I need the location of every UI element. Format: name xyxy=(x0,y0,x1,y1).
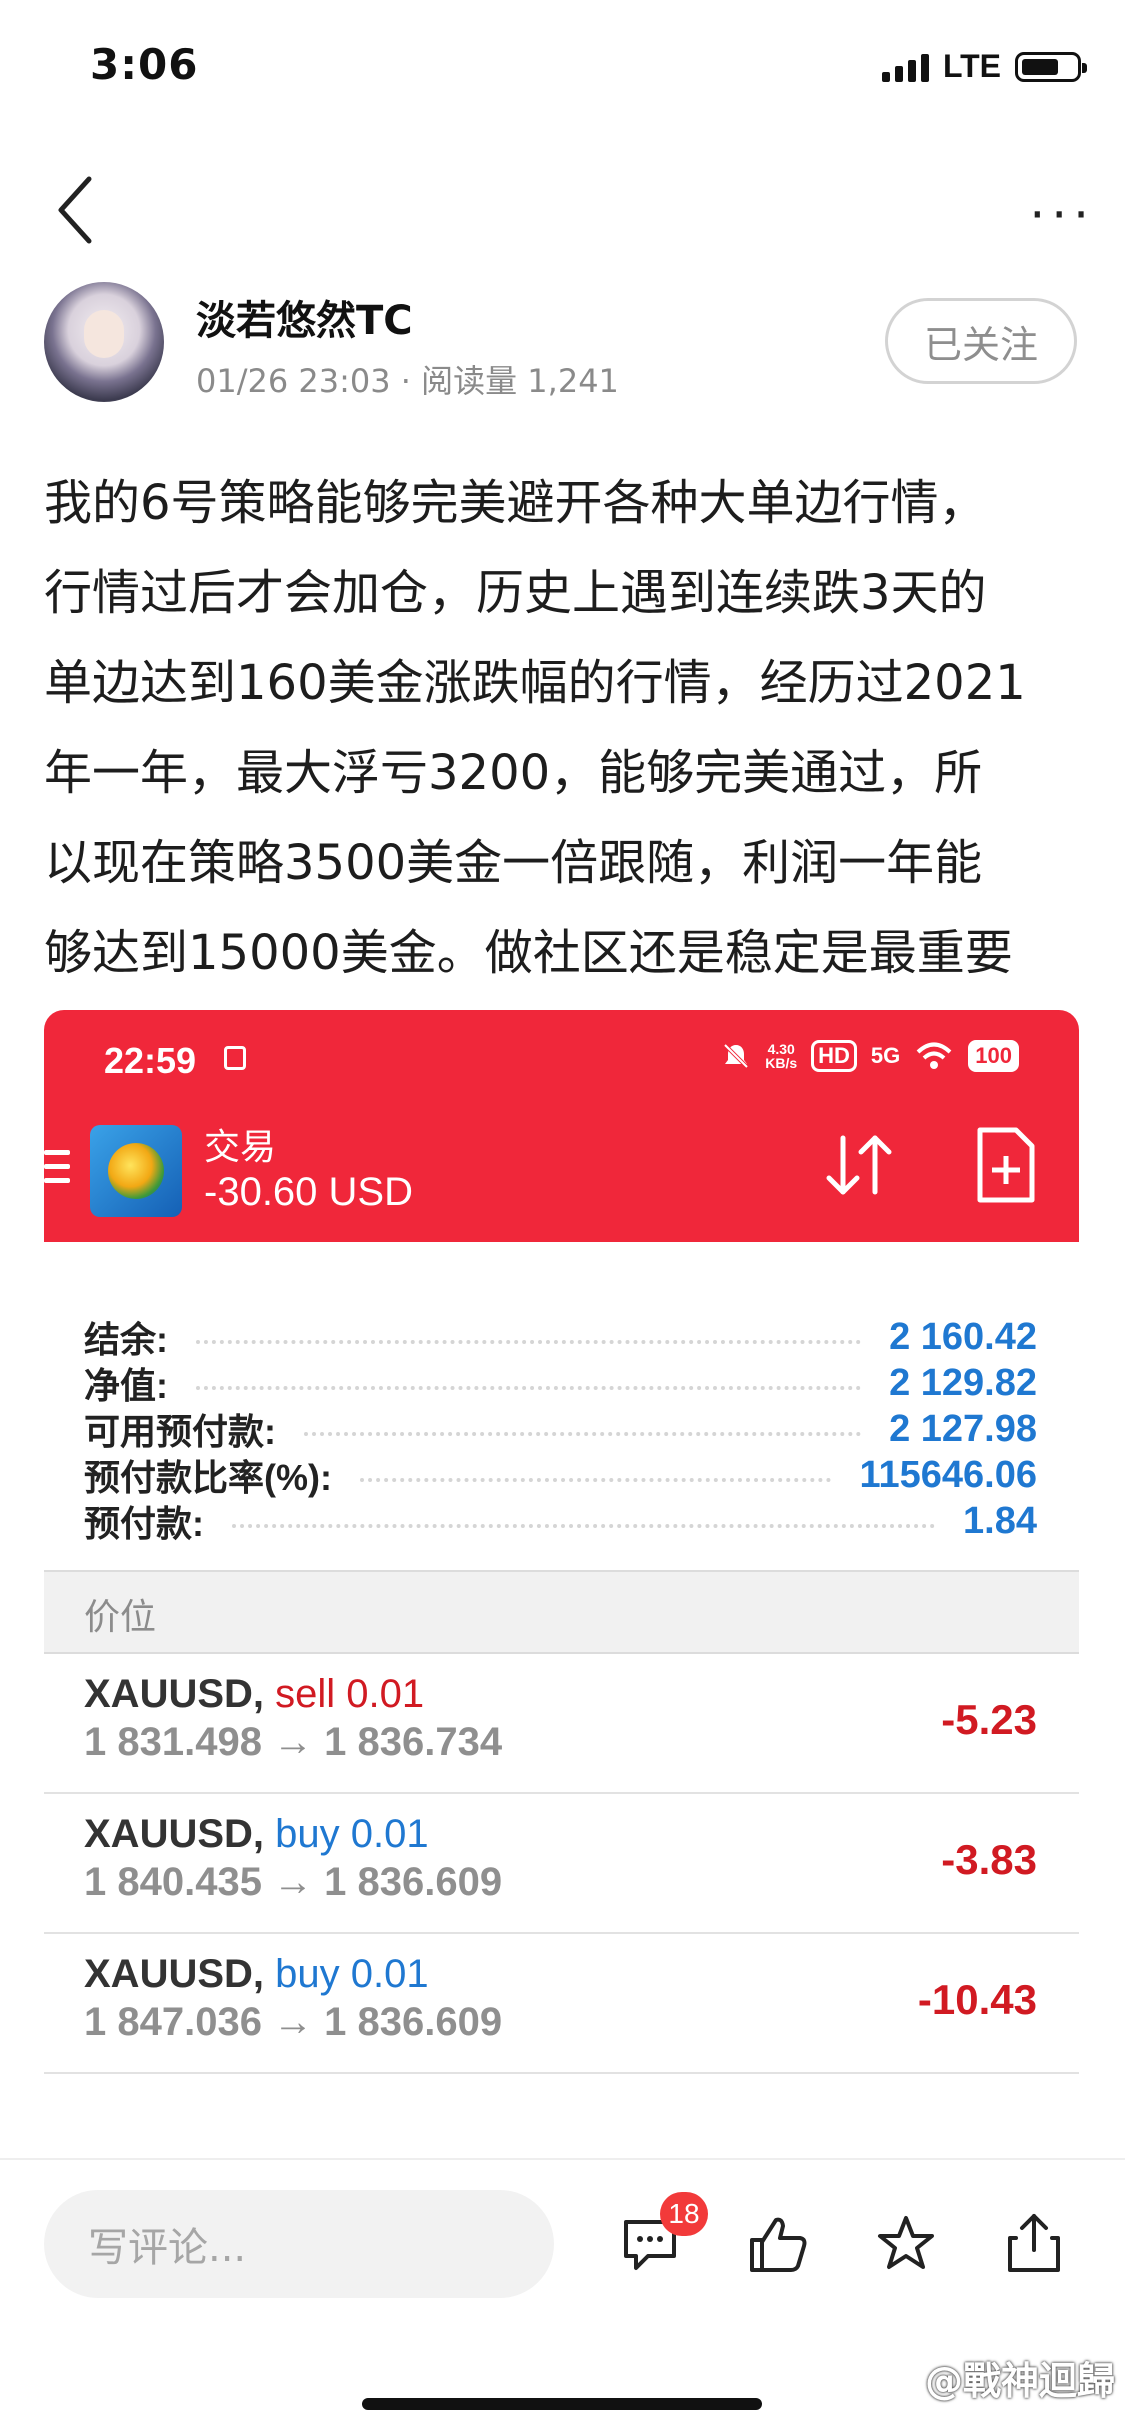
floating-pnl: -30.60 USD xyxy=(204,1170,413,1214)
post-line: 够达到15000美金。做社区还是稳定是最重要 xyxy=(44,925,1013,981)
battery-icon xyxy=(1015,51,1087,82)
home-indicator[interactable] xyxy=(362,2398,762,2410)
more-options-icon[interactable]: ··· xyxy=(1029,190,1095,240)
status-indicators: LTE xyxy=(881,48,1087,85)
row-label: 结余: xyxy=(84,1319,168,1360)
row-label: 净值: xyxy=(84,1365,168,1406)
position-row[interactable]: XAUUSD, buy 0.01 1 840.435 → 1 836.609 -… xyxy=(44,1792,1079,1934)
star-icon[interactable] xyxy=(874,2212,938,2276)
battery-level: 100 xyxy=(968,1040,1019,1072)
row-value: 2 129.82 xyxy=(889,1361,1037,1404)
back-icon[interactable] xyxy=(55,175,95,245)
net-badge: 5G xyxy=(870,1043,901,1068)
comment-input[interactable]: 写评论... xyxy=(44,2190,554,2298)
post-line: 以现在策略3500美金一倍跟随，利润一年能 xyxy=(44,835,983,891)
account-row-balance: 结余: 2 160.42 xyxy=(84,1312,1037,1362)
mute-bell-icon xyxy=(723,1043,749,1069)
account-row-margin: 预付款: 1.84 xyxy=(84,1496,1037,1546)
position-row[interactable]: XAUUSD, buy 0.01 1 847.036 → 1 836.609 -… xyxy=(44,1932,1079,2074)
comment-count-badge: 18 xyxy=(660,2192,708,2236)
row-label: 预付款比率(%): xyxy=(84,1457,332,1498)
new-order-icon[interactable] xyxy=(974,1126,1038,1204)
sort-icon[interactable] xyxy=(819,1130,899,1200)
hd-badge: HD xyxy=(811,1040,857,1072)
follow-button[interactable]: 已关注 xyxy=(885,298,1077,384)
account-row-free-margin: 可用预付款: 2 127.98 xyxy=(84,1404,1037,1454)
post-meta: 01/26 23:03 · 阅读量 1,241 xyxy=(196,362,619,400)
position-side: sell 0.01 xyxy=(275,1672,425,1716)
network-type: LTE xyxy=(942,48,1001,84)
position-symbol: XAUUSD, xyxy=(84,1812,265,1856)
position-symbol: XAUUSD, xyxy=(84,1672,265,1716)
row-value: 1.84 xyxy=(963,1499,1037,1542)
row-value: 2 127.98 xyxy=(889,1407,1037,1450)
post-body: 我的6号策略能够完美避开各种大单边行情， 行情过后才会加仓，历史上遇到连续跌3天… xyxy=(44,458,1084,998)
post-line: 年一年，最大浮亏3200，能够完美通过，所 xyxy=(44,745,983,801)
share-icon[interactable] xyxy=(1002,2212,1066,2276)
position-profit: -10.43 xyxy=(917,1976,1037,2023)
position-side: buy 0.01 xyxy=(275,1812,429,1856)
menu-icon[interactable] xyxy=(44,1150,70,1192)
account-row-equity: 净值: 2 129.82 xyxy=(84,1358,1037,1408)
position-row[interactable]: XAUUSD, sell 0.01 1 831.498 → 1 836.734 … xyxy=(44,1652,1079,1794)
metatrader-logo xyxy=(90,1125,182,1217)
position-prices: 1 840.435 → 1 836.609 xyxy=(84,1860,503,1904)
screenshot-status-time: 22:59 xyxy=(104,1040,197,1081)
post-line: 我的6号策略能够完美避开各种大单边行情， xyxy=(44,475,987,531)
net-speed: 4.30 KB/s xyxy=(765,1041,798,1071)
price-section-header: 价位 xyxy=(44,1570,1079,1654)
position-side: buy 0.01 xyxy=(275,1952,429,1996)
screenshot-status-indicators: 4.30 KB/s HD 5G 100 xyxy=(721,1040,1019,1072)
notification-icon xyxy=(224,1046,246,1070)
trade-title: 交易 xyxy=(204,1127,277,1168)
position-prices: 1 847.036 → 1 836.609 xyxy=(84,2000,503,2044)
status-time: 3:06 xyxy=(90,40,199,89)
row-label: 预付款: xyxy=(84,1503,204,1544)
row-label: 可用预付款: xyxy=(84,1411,276,1452)
post-line: 单边达到160美金涨跌幅的行情，经历过2021 xyxy=(44,655,1026,711)
watermark: @戰神迴歸 xyxy=(924,2359,1115,2403)
row-value: 2 160.42 xyxy=(889,1315,1037,1358)
wifi-icon xyxy=(916,1042,952,1069)
position-symbol: XAUUSD, xyxy=(84,1952,265,1996)
post-line: 行情过后才会加仓，历史上遇到连续跌3天的 xyxy=(44,565,987,621)
position-profit: -3.83 xyxy=(941,1836,1037,1883)
account-row-margin-level: 预付款比率(%): 115646.06 xyxy=(84,1450,1037,1500)
position-profit: -5.23 xyxy=(941,1696,1037,1743)
signal-icon xyxy=(881,52,929,82)
position-prices: 1 831.498 → 1 836.734 xyxy=(84,1720,503,1764)
bottom-divider xyxy=(0,2158,1125,2160)
row-value: 115646.06 xyxy=(859,1453,1037,1496)
embedded-screenshot[interactable]: 22:59 4.30 KB/s HD 5G 100 交易 -30.60 USD xyxy=(44,1010,1079,2160)
author-name[interactable]: 淡若悠然TC xyxy=(196,288,413,346)
avatar[interactable] xyxy=(44,282,164,402)
like-icon[interactable] xyxy=(746,2212,810,2276)
